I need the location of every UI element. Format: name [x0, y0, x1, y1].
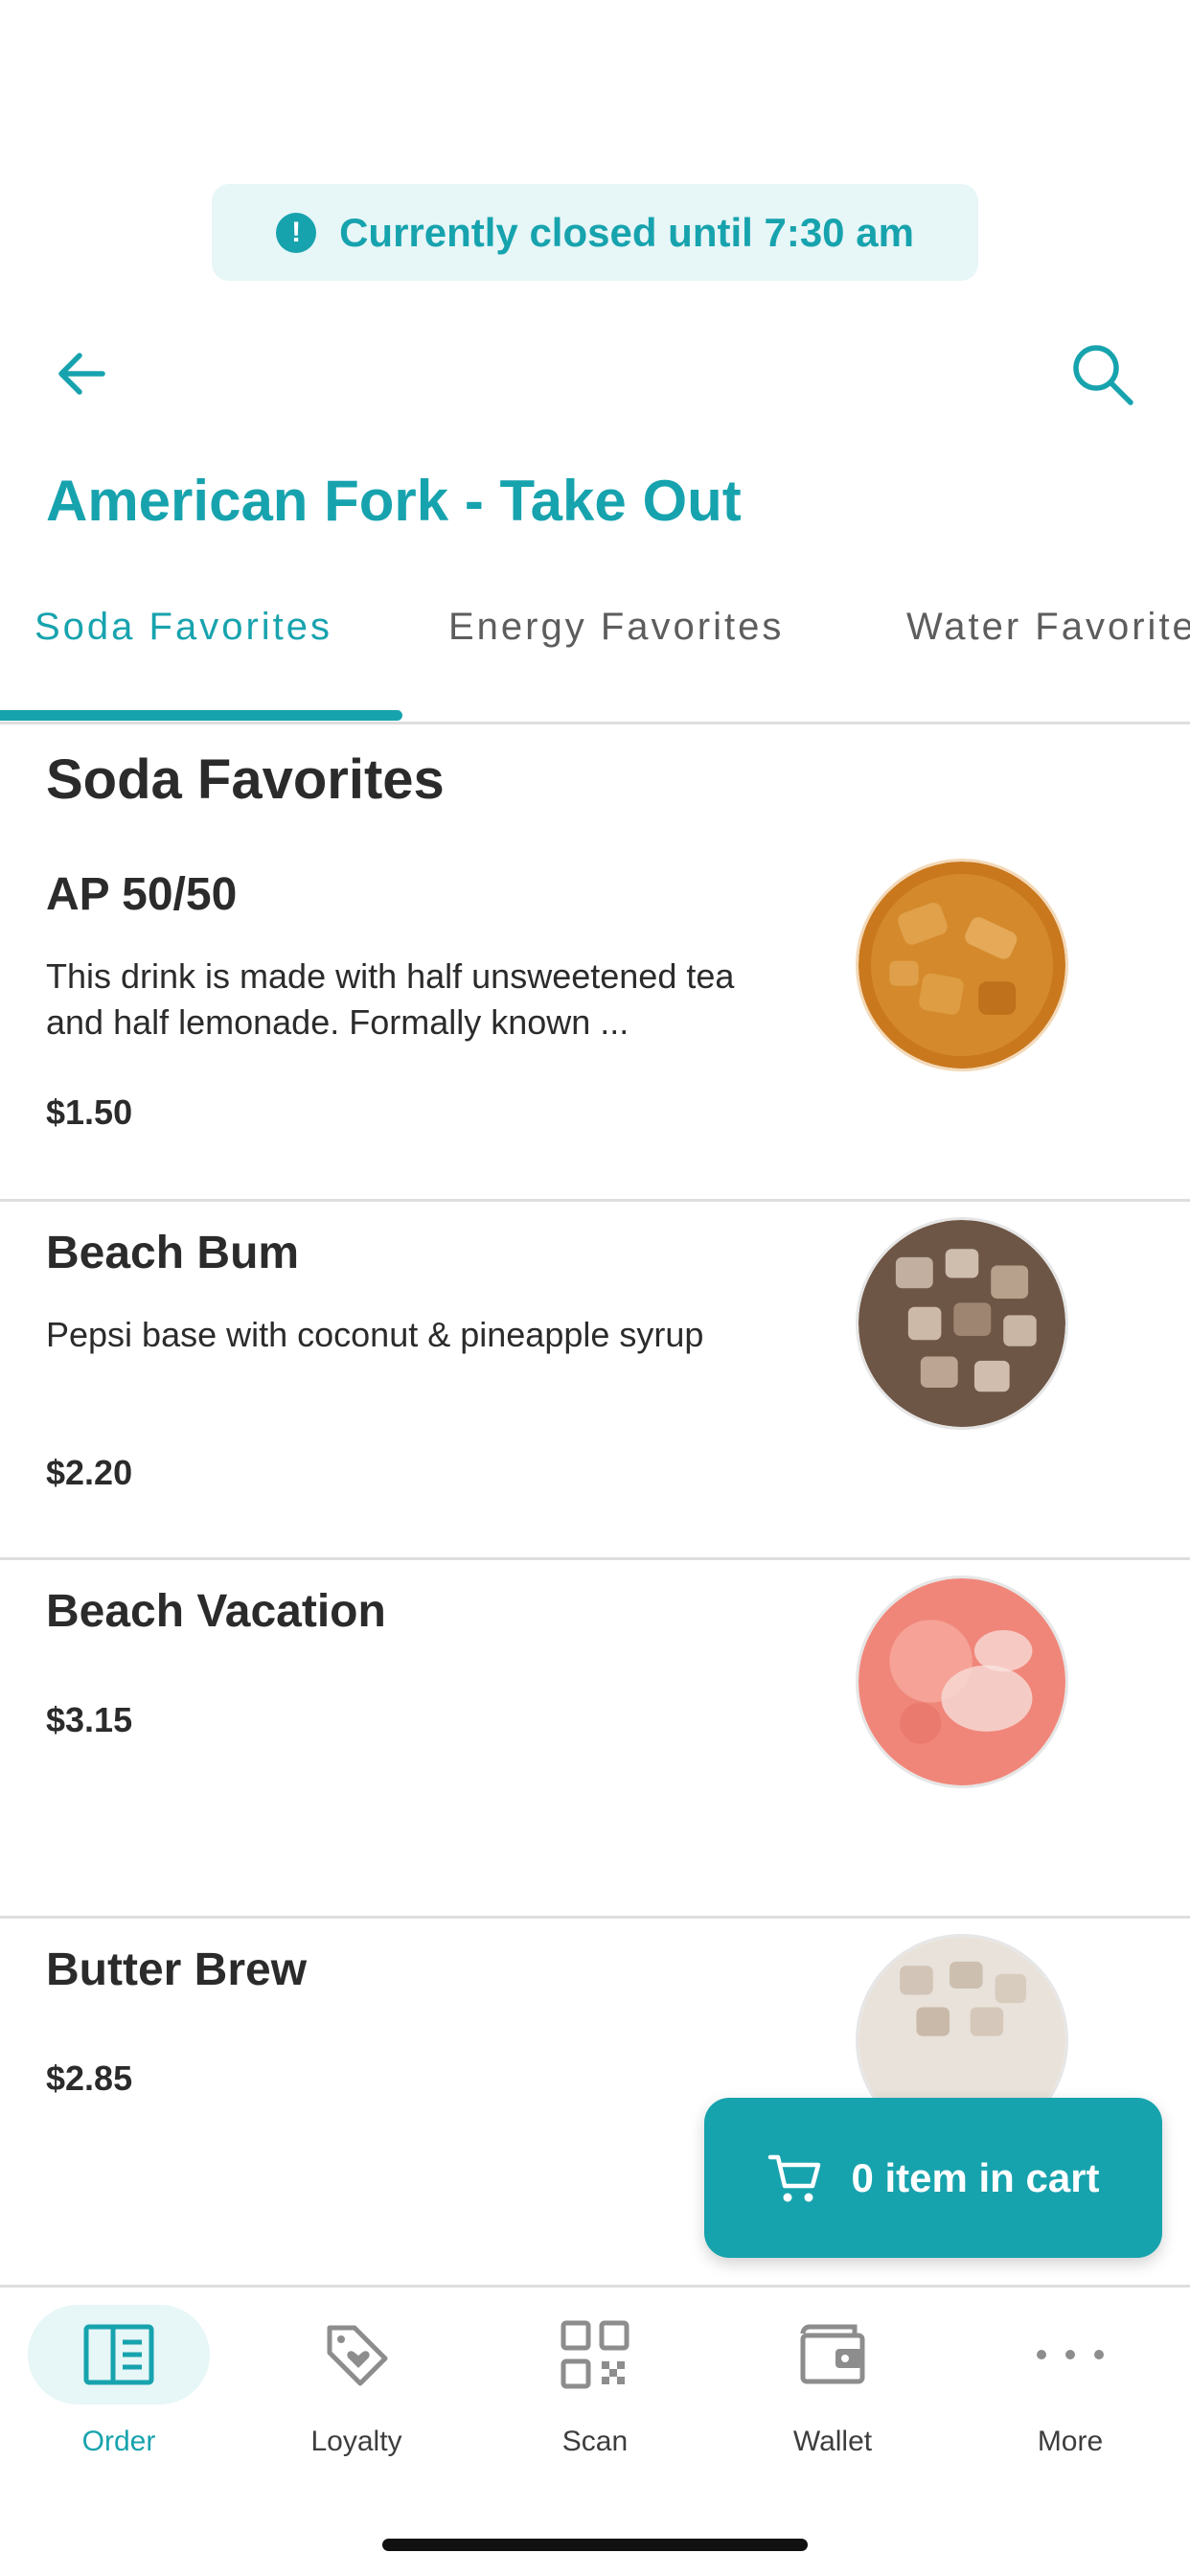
tag-heart-icon	[327, 2325, 388, 2386]
nav-order[interactable]: Order	[13, 2305, 224, 2468]
nav-order-label: Order	[81, 2426, 156, 2457]
nav-scan[interactable]: Scan	[490, 2305, 700, 2468]
wallet-icon	[800, 2324, 865, 2384]
item-name: Beach Bum	[46, 1228, 300, 1278]
nav-more[interactable]: More	[965, 2305, 1176, 2468]
section-title: Soda Favorites	[46, 748, 445, 811]
item-image	[856, 1217, 1068, 1430]
menu-item-beach-vacation[interactable]: Beach Vacation $3.15	[0, 1560, 1190, 1919]
search-icon	[1073, 345, 1133, 405]
item-name: AP 50/50	[46, 869, 238, 920]
nav-scan-label: Scan	[561, 2426, 629, 2457]
cart-button[interactable]: 0 item in cart	[704, 2098, 1162, 2258]
item-image	[856, 859, 1068, 1071]
tabs-divider	[0, 722, 1190, 724]
nav-more-label: More	[1037, 2426, 1104, 2457]
nav-loyalty-label: Loyalty	[310, 2426, 402, 2457]
nav-wallet-label: Wallet	[792, 2426, 873, 2457]
closed-banner-text: Currently closed until 7:30 am	[339, 209, 914, 255]
item-description: Pepsi base with coconut & pineapple syru…	[46, 1315, 704, 1354]
arrow-left-icon	[58, 353, 105, 395]
menu-item-ap-50-50[interactable]: AP 50/50 This drink is made with half un…	[0, 843, 1190, 1202]
store-title: American Fork - Take Out	[46, 469, 742, 533]
tab-water-favorites[interactable]: Water Favorites	[906, 606, 1190, 649]
item-name: Butter Brew	[46, 1944, 308, 1995]
back-button[interactable]	[38, 335, 125, 412]
closed-banner: ! Currently closed until 7:30 am	[212, 184, 978, 281]
item-name: Beach Vacation	[46, 1586, 386, 1637]
tab-soda-favorites[interactable]: Soda Favorites	[34, 606, 332, 649]
nav-wallet[interactable]: Wallet	[727, 2305, 938, 2468]
item-image	[856, 1576, 1068, 1788]
search-button[interactable]	[1060, 334, 1146, 416]
cart-icon	[768, 2154, 821, 2201]
active-tab-indicator	[0, 710, 402, 721]
item-price: $2.20	[46, 1453, 133, 1492]
qr-code-icon	[561, 2320, 629, 2389]
category-tabs: Soda Favorites Energy Favorites Water Fa…	[0, 594, 1190, 723]
cart-label: 0 item in cart	[851, 2154, 1100, 2200]
item-description: This drink is made with half unsweetened…	[46, 956, 735, 1042]
menu-book-icon	[83, 2324, 154, 2385]
nav-loyalty[interactable]: Loyalty	[251, 2305, 462, 2468]
item-price: $3.15	[46, 1700, 133, 1739]
home-indicator	[382, 2539, 808, 2551]
menu-item-beach-bum[interactable]: Beach Bum Pepsi base with coconut & pine…	[0, 1202, 1190, 1560]
item-price: $2.85	[46, 2058, 133, 2098]
item-price: $1.50	[46, 1092, 133, 1132]
tab-energy-favorites[interactable]: Energy Favorites	[448, 606, 784, 649]
more-dots-icon	[1037, 2350, 1104, 2359]
nav-divider	[0, 2285, 1190, 2288]
alert-circle-icon: !	[276, 212, 317, 253]
